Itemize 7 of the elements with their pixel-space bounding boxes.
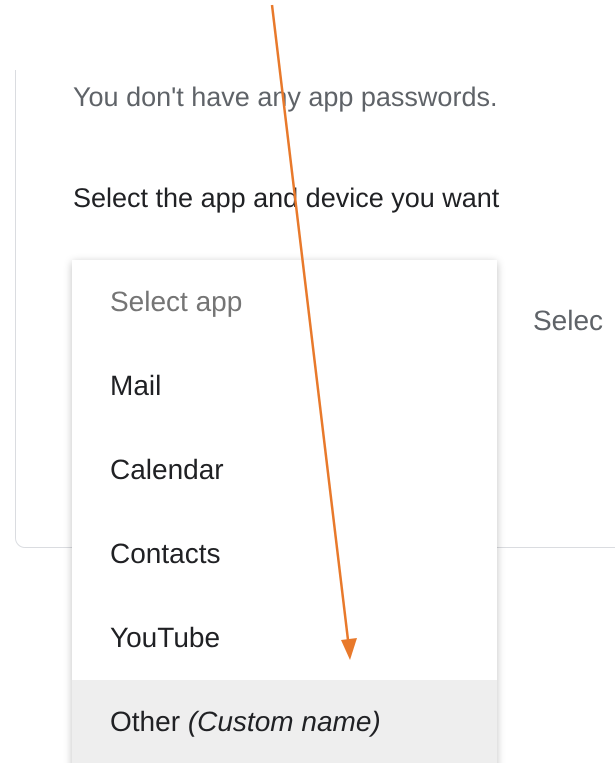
menu-item[interactable]: Other (Custom name) <box>72 680 497 763</box>
menu-item[interactable]: Calendar <box>72 428 497 512</box>
menu-item[interactable]: Select app <box>72 260 497 344</box>
menu-item[interactable]: Contacts <box>72 512 497 596</box>
menu-item[interactable]: Mail <box>72 344 497 428</box>
device-select[interactable]: Selec <box>533 305 604 336</box>
menu-item[interactable]: YouTube <box>72 596 497 680</box>
